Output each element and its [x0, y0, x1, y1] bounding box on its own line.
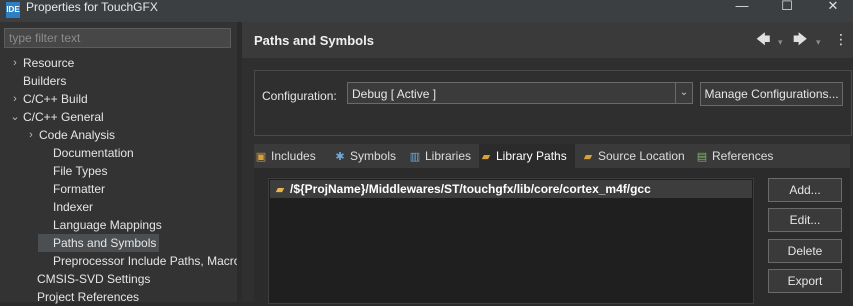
tree-item-label: Resource [23, 56, 75, 70]
navigation-pane: type filter text › Resource Builders › C/C++… [0, 22, 246, 304]
tree-item-label: File Types [53, 164, 108, 178]
tab-library-paths[interactable]: ▰ Library Paths [479, 144, 575, 168]
page-header: Paths and Symbols 🡄 ▾ 🡆 ▾ ⋮ [242, 22, 853, 58]
tab-source-location[interactable]: ▰ Source Location [581, 144, 689, 168]
tree-item-formatter[interactable]: Formatter [38, 180, 108, 198]
tree-item-label: C/C++ General [23, 110, 104, 124]
list-item[interactable]: ▰ /${ProjName}/Middlewares/ST/touchgfx/li… [270, 180, 752, 198]
symbols-icon: ✱ [335, 151, 345, 163]
window-title: Properties for TouchGFX [26, 0, 158, 14]
tab-strip: ▣ Includes ✱ Symbols ▥ Libraries ▰ Library P… [254, 144, 850, 168]
properties-page: Paths and Symbols 🡄 ▾ 🡆 ▾ ⋮ Configuratio… [242, 22, 853, 304]
tab-includes[interactable]: ▣ Includes [254, 144, 327, 168]
edit-button[interactable]: Edit... [768, 208, 842, 232]
tree-item-label: CMSIS-SVD Settings [37, 272, 151, 286]
tree-item-label: C/C++ Build [23, 92, 88, 106]
tree-item-file-types[interactable]: File Types [38, 162, 110, 180]
includes-icon: ▣ [255, 151, 267, 163]
manage-configurations-button[interactable]: Manage Configurations... [700, 82, 843, 106]
tab-libraries[interactable]: ▥ Libraries [408, 144, 474, 168]
library-path-label: /${ProjName}/Middlewares/ST/touchgfx/lib… [290, 182, 651, 196]
references-icon: ▤ [696, 151, 708, 163]
forward-arrow-icon[interactable]: 🡆 [793, 31, 807, 47]
tree-item-paths-and-symbols[interactable]: Paths and Symbols [38, 234, 160, 252]
configuration-label: Configuration: [262, 89, 337, 103]
delete-button[interactable]: Delete [768, 239, 842, 263]
page-title: Paths and Symbols [254, 33, 374, 48]
tree-item-builders[interactable]: Builders [8, 72, 69, 90]
tree-item-cmsis-svd-settings[interactable]: CMSIS-SVD Settings [22, 270, 153, 288]
window-titlebar: IDE Properties for TouchGFX — ☐ ✕ [0, 0, 853, 22]
chevron-right-icon[interactable]: › [10, 90, 20, 108]
tree-item-code-analysis[interactable]: › Code Analysis [24, 126, 118, 144]
tree-item-indexer[interactable]: Indexer [38, 198, 96, 216]
back-dropdown-icon[interactable]: ▾ [778, 34, 783, 50]
tree-item-label: Indexer [53, 200, 94, 214]
tab-symbols[interactable]: ✱ Symbols [333, 144, 399, 168]
tree-item-preprocessor-include-paths-macros[interactable]: Preprocessor Include Paths, Macros [38, 252, 249, 270]
chevron-down-icon[interactable]: ⌄ [10, 108, 20, 126]
add-button[interactable]: Add... [768, 178, 842, 202]
close-button[interactable]: ✕ [813, 0, 853, 14]
tree-item-language-mappings[interactable]: Language Mappings [38, 216, 165, 234]
source-folder-icon: ▰ [583, 151, 593, 163]
minimize-button[interactable]: — [722, 0, 762, 14]
tree-item-label: Builders [23, 74, 67, 88]
chevron-down-icon[interactable]: ⌄ [675, 83, 692, 103]
tree-item-c-c-general[interactable]: ⌄ C/C++ General [8, 108, 107, 126]
tree-item-resource[interactable]: › Resource [8, 54, 77, 72]
folder-open-icon: ▰ [481, 151, 491, 163]
tree-item-label: Language Mappings [53, 218, 162, 232]
tree-item-label: Documentation [53, 146, 134, 160]
configuration-select[interactable]: Debug [ Active ] ⌄ [347, 82, 693, 104]
tree-item-project-references[interactable]: Project References [22, 288, 142, 306]
chevron-right-icon[interactable]: › [26, 126, 36, 144]
tree-item-label: Formatter [53, 182, 106, 196]
forward-dropdown-icon[interactable]: ▾ [816, 34, 821, 50]
libraries-icon: ▥ [409, 151, 421, 163]
tree-item-documentation[interactable]: Documentation [38, 144, 137, 162]
app-icon: IDE [6, 2, 20, 18]
tree-item-c-c-build[interactable]: › C/C++ Build [8, 90, 91, 108]
tree-item-label: Code Analysis [39, 128, 116, 142]
view-menu-icon[interactable]: ⋮ [834, 31, 848, 47]
tab-references[interactable]: ▤ References [695, 144, 777, 168]
folder-open-icon: ▰ [275, 184, 285, 196]
library-paths-list[interactable]: ▰ /${ProjName}/Middlewares/ST/touchgfx/li… [268, 178, 754, 304]
filter-input[interactable]: type filter text [4, 28, 231, 48]
tree-item-label: Preprocessor Include Paths, Macros [53, 254, 247, 268]
configuration-value: Debug [ Active ] [352, 87, 437, 101]
back-arrow-icon[interactable]: 🡄 [756, 31, 770, 47]
export-button[interactable]: Export [768, 269, 842, 293]
chevron-right-icon[interactable]: › [10, 54, 20, 72]
tree-item-label: Paths and Symbols [53, 236, 157, 250]
maximize-button[interactable]: ☐ [767, 0, 807, 14]
